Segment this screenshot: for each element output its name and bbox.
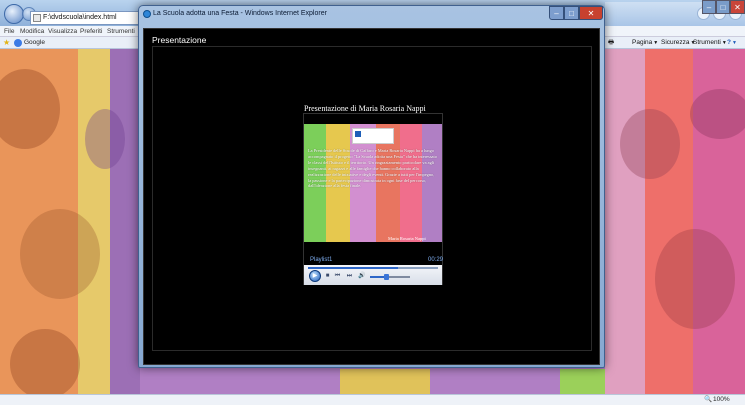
help-icon: ? (727, 39, 731, 46)
browser-maximize-button[interactable]: □ (716, 0, 730, 14)
security-menu[interactable]: Sicurezza▼ (661, 37, 696, 49)
ie-icon (143, 10, 151, 18)
volume-slider[interactable] (370, 274, 410, 280)
media-player: La Presidente delle Scuole di Caffaro e … (303, 113, 443, 285)
previous-button[interactable]: ⏮ (334, 273, 341, 280)
popup-maximize-button[interactable]: □ (564, 6, 579, 20)
volume-icon: 🔊 (358, 273, 366, 279)
menu-strumenti[interactable]: Strumenti (107, 26, 135, 37)
page-menu-label: Pagina (632, 39, 653, 46)
help-menu[interactable]: ?▼ (727, 37, 737, 49)
playlist-label[interactable]: Playlist1 (310, 257, 332, 263)
play-pause-button[interactable]: ▶ (309, 270, 321, 282)
time-display: 00:29 (428, 257, 444, 263)
slide-header (352, 128, 394, 144)
menu-file[interactable]: File (4, 26, 14, 37)
security-menu-label: Sicurezza (661, 39, 690, 46)
popup-window: La Scuola adotta una Festa - Windows Int… (138, 5, 605, 368)
pause-icon: ▶ (312, 273, 318, 279)
status-bar: 🔍 100% (0, 394, 745, 405)
google-icon (14, 39, 22, 47)
video-title: Presentazione di Maria Rosaria Nappi (304, 104, 426, 113)
previous-icon: ⏮ (334, 273, 341, 279)
player-controls: ▶ ■ ⏮ ⏭ 🔊 (304, 265, 442, 285)
address-bar[interactable]: F:\dvdscuola\index.html (30, 11, 140, 25)
video-frame[interactable]: La Presidente delle Scuole di Caffaro e … (304, 124, 442, 242)
mute-button[interactable]: 🔊 (358, 273, 365, 280)
stop-button[interactable]: ■ (324, 273, 331, 280)
menu-visualizza[interactable]: Visualizza (48, 26, 77, 37)
browser-minimize-button[interactable]: – (702, 0, 716, 14)
zoom-icon[interactable]: 🔍 (704, 395, 712, 405)
page-icon (33, 14, 41, 22)
school-logo-icon (355, 131, 361, 137)
popup-window-title: La Scuola adotta una Festa - Windows Int… (153, 10, 327, 17)
chevron-down-icon: ▼ (653, 40, 659, 46)
page-menu[interactable]: Pagina▼ (632, 37, 658, 49)
page-title: Presentazione (152, 35, 207, 45)
print-icon[interactable]: 🖶 (608, 37, 614, 49)
tools-menu-label: Strumenti (693, 39, 721, 46)
address-text: F:\dvdscuola\index.html (43, 14, 117, 21)
popup-minimize-button[interactable]: – (549, 6, 564, 20)
seek-bar[interactable] (308, 267, 438, 269)
menu-preferiti[interactable]: Preferiti (80, 26, 102, 37)
slide-text: La Presidente delle Scuole di Caffaro e … (308, 148, 437, 189)
next-icon: ⏭ (346, 273, 353, 279)
stop-icon: ■ (325, 273, 330, 279)
chevron-down-icon: ▼ (731, 40, 737, 46)
browser-close-button[interactable]: ✕ (730, 0, 745, 14)
volume-knob[interactable] (384, 274, 389, 280)
slide-signature: Maria Rosaria Nappi (388, 236, 426, 241)
google-favorite-link[interactable]: Google (24, 37, 45, 49)
seek-progress (308, 267, 398, 269)
favorites-icon[interactable]: ★ (3, 39, 10, 47)
popup-content: Presentazione Presentazione di Maria Ros… (143, 28, 600, 365)
popup-close-button[interactable]: ✕ (579, 6, 603, 20)
menu-modifica[interactable]: Modifica (20, 26, 44, 37)
next-button[interactable]: ⏭ (346, 273, 353, 280)
tools-menu[interactable]: Strumenti▼ (693, 37, 727, 49)
back-icon[interactable] (4, 4, 24, 24)
zoom-level[interactable]: 100% (713, 395, 730, 405)
